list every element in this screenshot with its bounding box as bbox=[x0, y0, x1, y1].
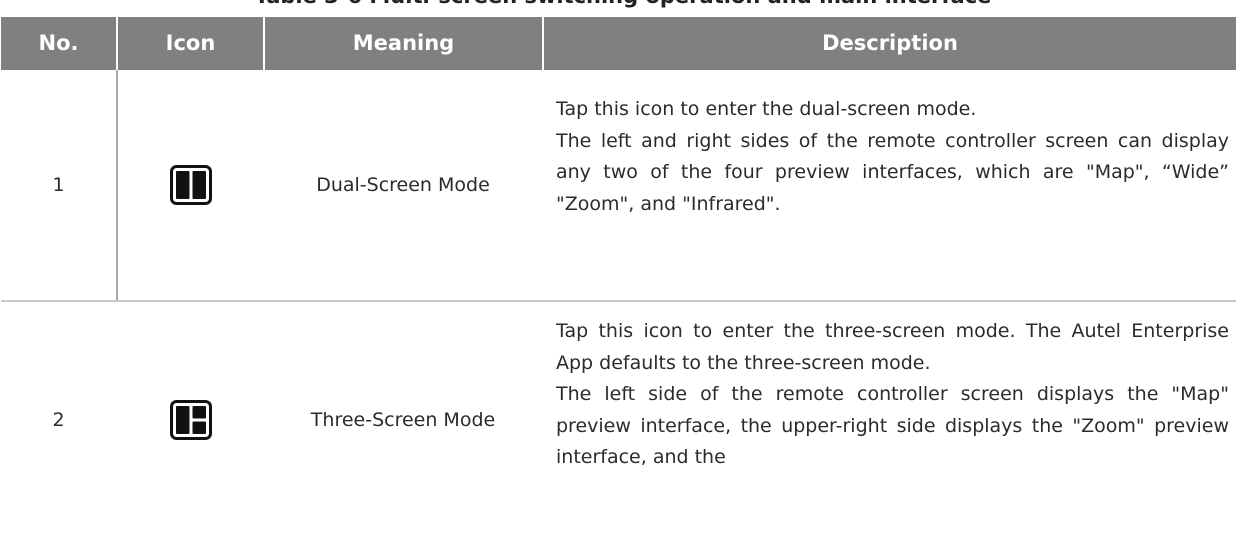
dual-screen-icon bbox=[118, 70, 263, 300]
row-meaning: Dual-Screen Mode bbox=[316, 174, 490, 196]
row-description: Tap this icon to enter the dual-screen m… bbox=[556, 94, 1229, 220]
row-description: Tap this icon to enter the three-screen … bbox=[556, 316, 1229, 474]
header-divider bbox=[542, 17, 544, 70]
header-divider bbox=[116, 17, 118, 70]
row-number: 2 bbox=[52, 409, 65, 431]
description-line: Tap this icon to enter the three-screen … bbox=[556, 320, 1229, 374]
three-screen-icon bbox=[118, 302, 263, 538]
description-line: Tap this icon to enter the dual-screen m… bbox=[556, 98, 977, 120]
header-no: No. bbox=[38, 31, 79, 55]
header-description: Description bbox=[822, 31, 958, 55]
header-meaning: Meaning bbox=[352, 31, 455, 55]
table-header: No. Icon Meaning Description bbox=[1, 17, 1236, 70]
table-caption: Table 3-6 Multi-screen switching operati… bbox=[0, 0, 1246, 10]
header-icon: Icon bbox=[165, 31, 216, 55]
description-line: The left and right sides of the remote c… bbox=[556, 129, 1229, 215]
row-meaning: Three-Screen Mode bbox=[310, 409, 496, 431]
row-number: 1 bbox=[52, 174, 65, 196]
description-line: The left side of the remote controller s… bbox=[556, 383, 1229, 468]
header-divider bbox=[263, 17, 265, 70]
